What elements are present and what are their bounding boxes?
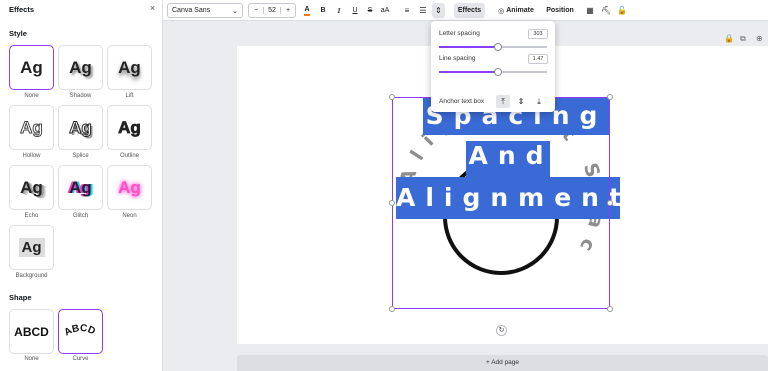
slider-knob[interactable] xyxy=(494,67,502,76)
anchor-middle-icon[interactable]: ⇕ xyxy=(514,95,528,108)
anchor-label: Anchor text box xyxy=(439,98,485,105)
shape-none-tile[interactable]: ABCD xyxy=(9,309,54,354)
add-page-button[interactable]: + Add page xyxy=(237,355,768,371)
effects-button[interactable]: Effects xyxy=(454,3,485,18)
curve-sample-icon: ABCD xyxy=(62,322,96,338)
style-sample: Ag xyxy=(118,177,141,197)
animate-button[interactable]: ◎ Animate xyxy=(493,3,539,18)
style-outline-tile[interactable]: Ag xyxy=(107,105,152,150)
chevron-down-icon: ⌄ xyxy=(232,7,238,15)
rotate-icon[interactable]: ↻ xyxy=(496,325,507,336)
lock-icon[interactable]: 🔓 xyxy=(616,3,628,18)
size-input[interactable]: 52 xyxy=(263,7,281,14)
size-increase-button[interactable]: + xyxy=(281,7,295,14)
style-shadow-tile[interactable]: Ag xyxy=(58,45,103,90)
selection-box xyxy=(392,97,610,309)
style-splice-tile[interactable]: Ag xyxy=(58,105,103,150)
lock-page-icon[interactable]: 🔒 xyxy=(724,34,734,43)
style-none-tile[interactable]: Ag xyxy=(9,45,54,90)
style-none-label: None xyxy=(24,93,39,99)
style-splice-label: Splice xyxy=(72,153,89,159)
strikethrough-button[interactable]: S xyxy=(364,3,376,18)
duplicate-page-icon[interactable]: ⧉ xyxy=(740,34,746,44)
style-sample: Ag xyxy=(69,177,92,197)
animate-icon: ◎ xyxy=(498,7,505,15)
line-spacing-slider[interactable] xyxy=(439,67,547,76)
style-glitch-tile[interactable]: Ag xyxy=(58,165,103,210)
resize-handle-top-right[interactable] xyxy=(607,94,613,100)
align-center-icon[interactable]: ≡ xyxy=(401,3,413,18)
paint-roller-icon[interactable]: ⛏ xyxy=(600,3,612,18)
shape-section-title: Shape xyxy=(9,293,32,302)
text-color-icon: A xyxy=(304,5,310,16)
style-background-label: Background xyxy=(15,273,48,279)
underline-button[interactable]: U xyxy=(349,3,361,18)
resize-handle-right[interactable] xyxy=(607,200,613,206)
slider-fill xyxy=(439,46,498,48)
font-select[interactable]: Canva Sans ⌄ xyxy=(167,3,243,18)
style-sample: Ag xyxy=(118,57,141,77)
style-hollow-label: Hollow xyxy=(22,153,41,159)
panel-title: Effects xyxy=(9,5,35,14)
svg-text:ABCD: ABCD xyxy=(62,322,96,338)
shape-none-label: None xyxy=(24,356,39,362)
style-echo-tile[interactable]: Ag xyxy=(9,165,54,210)
slider-fill xyxy=(439,71,498,73)
font-size-control: − 52 + xyxy=(248,3,296,18)
style-sample: Ag xyxy=(69,57,92,77)
animate-label: Animate xyxy=(506,7,534,14)
italic-button[interactable]: I xyxy=(333,3,345,18)
resize-handle-bottom-left[interactable] xyxy=(389,306,395,312)
bold-button[interactable]: B xyxy=(317,3,329,18)
style-neon-label: Neon xyxy=(122,213,137,219)
list-icon[interactable]: ☰ xyxy=(417,3,429,18)
letter-spacing-input[interactable]: 303 xyxy=(528,29,548,39)
style-sample: Ag xyxy=(18,238,45,257)
style-outline-label: Outline xyxy=(119,153,139,159)
shape-sample: ABCD xyxy=(14,324,49,339)
font-name: Canva Sans xyxy=(172,7,211,14)
style-lift-tile[interactable]: Ag xyxy=(107,45,152,90)
spacing-popover: Letter spacing 303 Line spacing 1.47 Anc… xyxy=(431,21,555,112)
shape-curve-label: Curve xyxy=(72,356,89,362)
close-icon[interactable]: × xyxy=(148,4,157,13)
style-neon-tile[interactable]: Ag xyxy=(107,165,152,210)
slider-knob[interactable] xyxy=(494,42,502,51)
anchor-top-icon[interactable]: ⤒ xyxy=(496,95,510,108)
top-toolbar: Canva Sans ⌄ − 52 + A B I U S aA ≡ ☰ ⇕ E… xyxy=(163,0,768,21)
anchor-bottom-icon[interactable]: ⤓ xyxy=(532,95,546,108)
style-sample: Ag xyxy=(118,117,141,137)
transparency-icon[interactable]: ▦ xyxy=(584,3,596,18)
style-shadow-label: Shadow xyxy=(69,93,92,99)
size-decrease-button[interactable]: − xyxy=(249,7,263,14)
position-button[interactable]: Position xyxy=(544,3,576,18)
letter-spacing-label: Letter spacing xyxy=(439,30,480,37)
curve-sample-text: ABCD xyxy=(62,322,96,338)
style-lift-label: Lift xyxy=(125,93,134,99)
resize-handle-bottom-right[interactable] xyxy=(607,306,613,312)
line-spacing-label: Line spacing xyxy=(439,55,476,62)
add-page-icon[interactable]: ⊕ xyxy=(756,34,763,43)
style-sample: Ag xyxy=(20,57,43,77)
resize-handle-top-left[interactable] xyxy=(389,94,395,100)
shape-curve-tile[interactable]: ABCD xyxy=(58,309,103,354)
style-echo-label: Echo xyxy=(24,213,39,219)
letter-case-button[interactable]: aA xyxy=(378,3,392,18)
style-background-tile[interactable]: Ag xyxy=(9,225,54,270)
style-section-title: Style xyxy=(9,29,27,38)
text-color-button[interactable]: A xyxy=(301,3,313,18)
style-hollow-tile[interactable]: Ag xyxy=(9,105,54,150)
style-sample: Ag xyxy=(69,117,93,137)
style-sample: Ag xyxy=(20,117,44,137)
effects-panel: Effects × Style Ag None Ag Shadow Ag Lif… xyxy=(0,0,163,371)
line-spacing-input[interactable]: 1.47 xyxy=(528,54,548,64)
resize-handle-left[interactable] xyxy=(389,200,395,206)
style-sample: Ag xyxy=(20,177,43,197)
letter-spacing-slider[interactable] xyxy=(439,42,547,51)
style-glitch-label: Glitch xyxy=(72,213,89,219)
spacing-icon[interactable]: ⇕ xyxy=(432,3,445,18)
